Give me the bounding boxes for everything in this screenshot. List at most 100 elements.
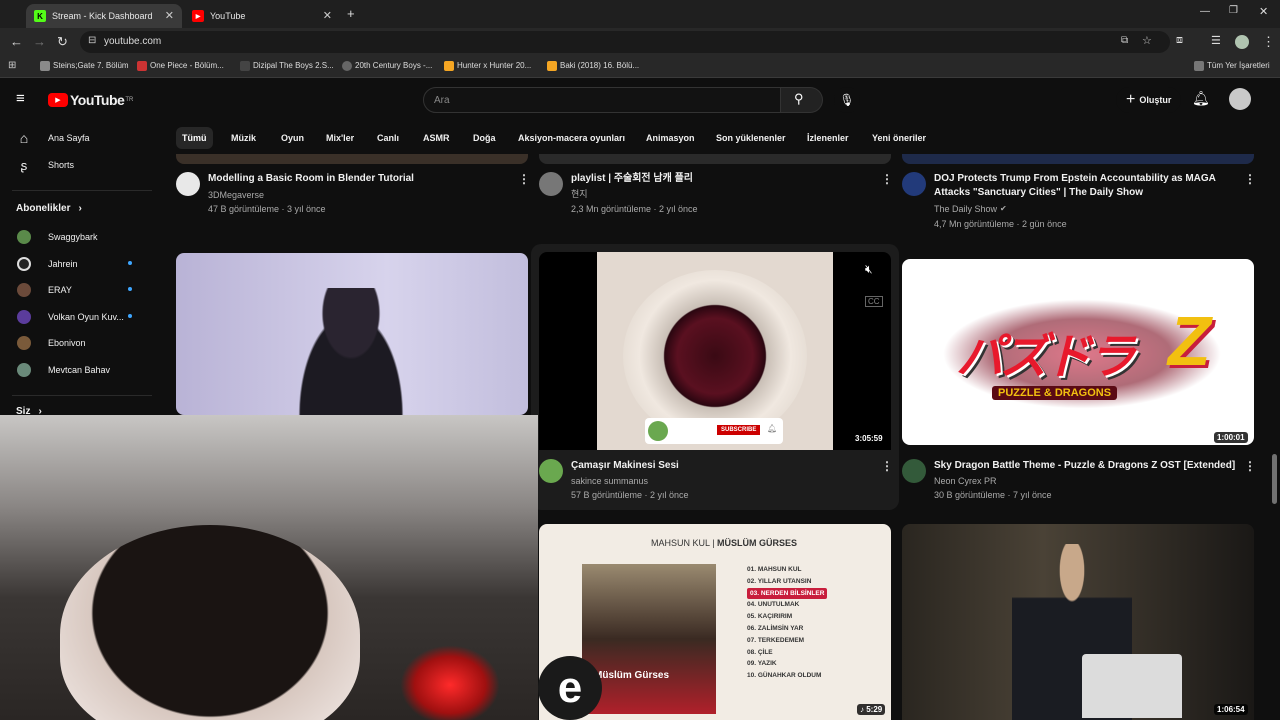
url-field[interactable]: ⊟ youtube.com ⧉ ☆ (80, 31, 1170, 53)
chip[interactable]: Müzik (225, 127, 262, 149)
more-options-icon[interactable]: ⋮ (518, 172, 530, 186)
minimize-icon[interactable]: — (1200, 6, 1210, 17)
bookmark-item[interactable]: Dizipal The Boys 2.S... (240, 61, 334, 71)
chip[interactable]: Animasyon (640, 127, 701, 149)
channel-avatar[interactable] (539, 459, 563, 483)
chip[interactable]: Son yüklenenler (710, 127, 792, 149)
chip[interactable]: İzlenenler (801, 127, 855, 149)
video-title[interactable]: DOJ Protects Trump From Epstein Accounta… (934, 172, 1234, 200)
bookmarks-bar: ⊞ Steins;Gate 7. Bölüm One Piece - Bölüm… (0, 56, 1280, 78)
sidebar-item-shorts[interactable]: ʂ Shorts (16, 157, 74, 173)
track-item: 06. ZALİMSİN YAR (747, 624, 804, 632)
apps-icon[interactable]: ⊞ (8, 60, 16, 71)
video-thumbnail[interactable]: パズドラ Z PUZZLE & DRAGONS 1:00:01 (902, 259, 1254, 445)
url-text: youtube.com (104, 36, 162, 47)
back-icon[interactable]: ← (10, 34, 23, 49)
avatar (17, 363, 31, 377)
chip[interactable]: Mix'ler (320, 127, 360, 149)
video-thumbnail[interactable] (176, 154, 528, 164)
browser-menu-icon[interactable]: ⋮ (1262, 34, 1275, 50)
tab-kick[interactable]: K Stream - Kick Dashboard ✕ (26, 4, 182, 28)
chip[interactable]: Doğa (467, 127, 502, 149)
bookmark-item[interactable]: 20th Century Boys -... (342, 61, 432, 71)
avatar (17, 336, 31, 350)
bookmark-item[interactable]: One Piece - Bölüm... (137, 61, 224, 71)
all-bookmarks[interactable]: Tüm Yer İşaretleri (1194, 61, 1270, 71)
tab-title: YouTube (210, 11, 246, 21)
extensions-icon[interactable]: ⧈ (1176, 34, 1183, 47)
more-options-icon[interactable]: ⋮ (881, 172, 893, 186)
avatar (17, 257, 31, 271)
video-preview-player[interactable]: SUBSCRIBE 🔔︎ 🔇︎ CC 3:05:59 (539, 252, 891, 450)
channel-name[interactable]: 현지 (571, 187, 588, 201)
sidebar-item-subscription[interactable]: Swaggybark (16, 229, 98, 245)
reload-icon[interactable]: ↻ (57, 34, 68, 50)
more-options-icon[interactable]: ⋮ (1244, 172, 1256, 186)
new-tab-icon[interactable]: + (347, 6, 355, 21)
account-avatar[interactable] (1229, 88, 1251, 110)
hamburger-menu-icon[interactable]: ≡ (16, 90, 25, 107)
chip[interactable]: ASMR (417, 127, 456, 149)
mute-icon[interactable]: 🔇︎ (865, 262, 873, 277)
track-item: 07. TERKEDEMEM (747, 636, 805, 644)
chip[interactable]: Canlı (371, 127, 405, 149)
window-close-icon[interactable]: ✕ (1259, 5, 1268, 18)
site-info-icon[interactable]: ⊟ (88, 35, 96, 46)
channel-name[interactable]: 3DMegaverse (208, 188, 264, 202)
bookmark-item[interactable]: Steins;Gate 7. Bölüm (40, 61, 129, 71)
video-title[interactable]: Modelling a Basic Room in Blender Tutori… (208, 172, 508, 186)
video-title[interactable]: Sky Dragon Battle Theme - Puzzle & Drago… (934, 459, 1239, 473)
channel-name[interactable]: The Daily Show (934, 202, 997, 216)
sidebar-item-subscription[interactable]: Mevtcan Bahav (16, 362, 110, 378)
close-icon[interactable]: ✕ (323, 9, 332, 22)
bookmark-item[interactable]: Hunter x Hunter 20... (444, 61, 531, 71)
live-dot (128, 287, 132, 291)
profile-avatar[interactable] (1235, 35, 1249, 49)
channel-avatar[interactable] (902, 459, 926, 483)
search-button[interactable]: ⚲ (781, 87, 823, 113)
more-options-icon[interactable]: ⋮ (881, 459, 893, 473)
star-icon[interactable]: ☆ (1142, 34, 1152, 47)
bookmark-item[interactable]: Baki (2018) 16. Bölü... (547, 61, 639, 71)
media-icon[interactable]: ☰ (1211, 34, 1221, 47)
chip[interactable]: Oyun (275, 127, 310, 149)
sidebar-item-subscription[interactable]: Jahrein (16, 256, 78, 272)
video-meta: 2,3 Mn görüntüleme · 2 yıl önce (571, 204, 698, 214)
maximize-icon[interactable]: ❐ (1229, 5, 1238, 16)
search-input[interactable]: Ara (423, 87, 781, 113)
youtube-logo[interactable]: ▶ YouTube TR (48, 92, 133, 108)
subscriptions-heading[interactable]: Abonelikler › (16, 203, 82, 214)
video-title[interactable]: playlist | 주술회전 남캐 플리 (571, 172, 871, 186)
install-icon[interactable]: ⧉ (1121, 35, 1128, 46)
video-thumbnail[interactable] (176, 253, 528, 415)
close-icon[interactable]: ✕ (165, 9, 174, 22)
chip[interactable]: Yeni öneriler (866, 127, 932, 149)
video-thumbnail[interactable]: 1:06:54 (902, 524, 1254, 720)
create-button[interactable]: + Oluştur (1116, 87, 1182, 113)
sidebar-item-subscription[interactable]: Ebonivon (16, 335, 86, 351)
voice-search-button[interactable]: 🎙 (834, 87, 860, 113)
sidebar-item-subscription[interactable]: ERAY (16, 282, 72, 298)
notifications-bell-icon[interactable]: 🔔︎ (1192, 90, 1210, 107)
sidebar-item-home[interactable]: ⌂ Ana Sayfa (16, 130, 90, 146)
washer-frame: SUBSCRIBE 🔔︎ (597, 252, 833, 450)
forward-icon[interactable]: → (33, 34, 46, 49)
channel-avatar[interactable] (176, 172, 200, 196)
search-icon: ⚲ (794, 91, 804, 106)
tab-youtube[interactable]: ▶ YouTube ✕ (184, 4, 340, 28)
video-thumbnail[interactable] (902, 154, 1254, 164)
channel-name[interactable]: Neon Cyrex PR (934, 474, 997, 488)
more-options-icon[interactable]: ⋮ (1244, 459, 1256, 473)
chip-all[interactable]: Tümü (176, 127, 213, 149)
video-thumbnail[interactable] (539, 154, 891, 164)
webcam-person-head (60, 525, 360, 720)
sidebar-item-subscription[interactable]: Volkan Oyun Kuv... (16, 309, 124, 325)
video-title[interactable]: Çamaşır Makinesi Sesi (571, 459, 871, 473)
page-scrollbar[interactable] (1272, 454, 1277, 504)
chip[interactable]: Aksiyon-macera oyunları (512, 127, 631, 149)
captions-icon[interactable]: CC (865, 296, 883, 307)
channel-name[interactable]: sakince summanus (571, 474, 648, 488)
kick-logo-badge: e (538, 656, 602, 720)
channel-avatar[interactable] (539, 172, 563, 196)
channel-avatar[interactable] (902, 172, 926, 196)
